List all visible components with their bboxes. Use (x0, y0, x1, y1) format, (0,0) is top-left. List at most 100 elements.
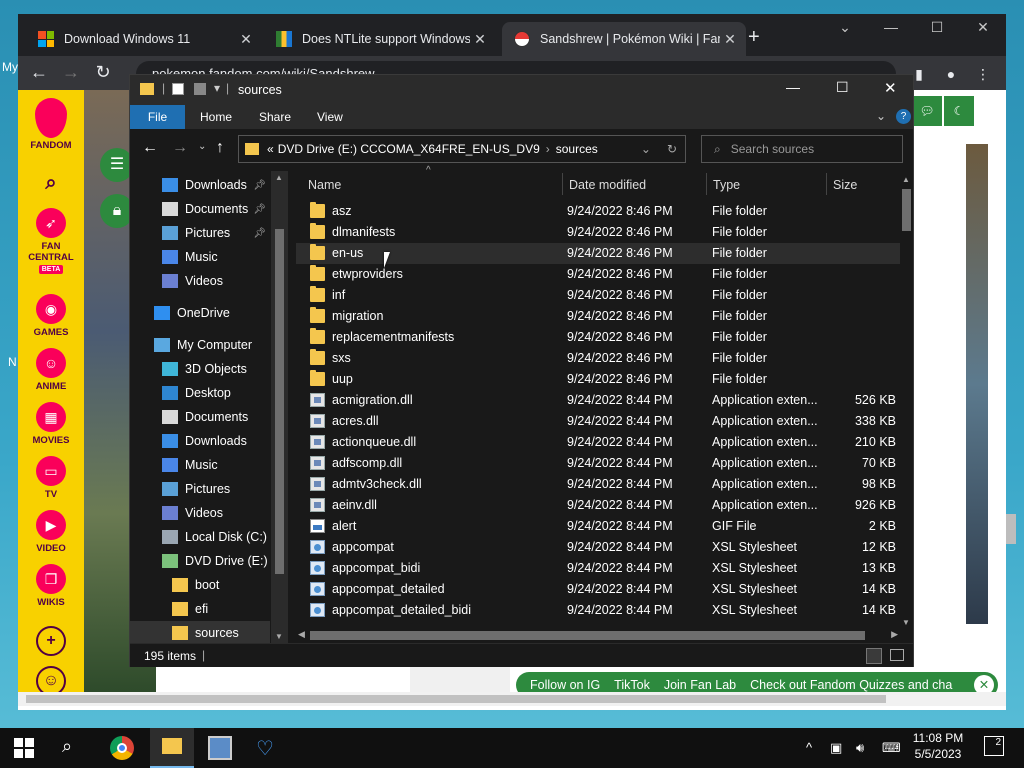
file-row[interactable]: dlmanifests 9/24/2022 8:46 PM File folder (296, 222, 900, 243)
file-row[interactable]: aeinv.dll 9/24/2022 8:44 PM Application ex… (296, 495, 900, 516)
nav-item[interactable]: Videos (130, 269, 270, 293)
nav-item[interactable]: boot (130, 573, 270, 597)
tab-file[interactable]: File (130, 105, 185, 129)
close-window-icon[interactable]: ✕ (884, 79, 897, 97)
chevron-down-icon[interactable]: ⌄ (822, 14, 868, 44)
recent-locations-icon[interactable]: ⌄ (198, 141, 206, 152)
file-list-scrollbar[interactable]: ▲ ▼ (900, 175, 913, 627)
nav-item[interactable]: efi (130, 597, 270, 621)
file-row[interactable]: adfscomp.dll 9/24/2022 8:44 PM Application… (296, 453, 900, 474)
search-icon[interactable]: ⌕ (18, 172, 84, 195)
refresh-icon[interactable]: ↻ (667, 142, 677, 156)
volume-icon[interactable]: 🔊︎ (856, 740, 864, 756)
fan-lab-link[interactable]: Join Fan Lab (664, 678, 736, 692)
breadcrumb-dvd-drive[interactable]: DVD Drive (E:) CCCOMA_X64FRE_EN-US_DV9 (278, 142, 540, 156)
help-icon[interactable]: ? (896, 109, 911, 124)
reload-icon[interactable]: ↻ (90, 62, 116, 83)
sidebar-item-anime[interactable]: ☺ ANIME (18, 348, 84, 392)
tab-download-windows[interactable]: Download Windows 11 ✕ (26, 22, 262, 56)
close-icon[interactable]: ✕ (720, 31, 740, 48)
file-row[interactable]: alert 9/24/2022 8:44 PM GIF File 2 KB (296, 516, 900, 537)
file-row[interactable]: acres.dll 9/24/2022 8:44 PM Application ex… (296, 411, 900, 432)
nav-item[interactable]: Music (130, 245, 270, 269)
add-icon[interactable]: + (18, 626, 84, 659)
column-date-modified[interactable]: Date modified (569, 178, 646, 192)
file-row[interactable]: sxs 9/24/2022 8:46 PM File folder (296, 348, 900, 369)
column-size[interactable]: Size (833, 178, 857, 192)
clock[interactable]: 11:08 PM 5/5/2023 (912, 731, 964, 761)
maximize-icon[interactable]: ☐ (836, 79, 849, 96)
tab-share[interactable]: Share (259, 110, 291, 124)
file-list-horizontal-scrollbar[interactable]: ◀ ▶ (296, 627, 900, 643)
heartbeat-app-icon[interactable]: ♡ (256, 736, 280, 760)
nav-item[interactable]: Music (130, 453, 270, 477)
file-row[interactable]: asz 9/24/2022 8:46 PM File folder (296, 201, 900, 222)
search-input[interactable]: ⌕ Search sources (701, 135, 903, 163)
breadcrumb-sources[interactable]: sources (556, 142, 598, 156)
sidebar-item-wikis[interactable]: ❐ WIKIS (18, 564, 84, 608)
details-view-icon[interactable] (866, 648, 882, 664)
sidebar-item-video[interactable]: ▶ VIDEO (18, 510, 84, 554)
file-row[interactable]: appcompat_detailed 9/24/2022 8:44 PM XSL S… (296, 579, 900, 600)
keyboard-icon[interactable]: ⌨ (882, 740, 901, 756)
minimize-icon[interactable]: — (868, 14, 914, 44)
fandom-logo[interactable]: FANDOM (18, 98, 84, 151)
tab-ntlite[interactable]: Does NTLite support Windows 11 ✕ (264, 22, 496, 56)
page-scrollbar[interactable] (1006, 514, 1016, 544)
file-row[interactable]: migration 9/24/2022 8:46 PM File folder (296, 306, 900, 327)
file-row[interactable]: appcompat_bidi 9/24/2022 8:44 PM XSL Style… (296, 558, 900, 579)
nav-item[interactable]: Videos (130, 501, 270, 525)
nav-item[interactable]: Downloads (130, 429, 270, 453)
file-row[interactable]: appcompat 9/24/2022 8:44 PM XSL Stylesheet… (296, 537, 900, 558)
nav-item[interactable]: Documents (130, 405, 270, 429)
forward-arrow-icon[interactable]: → (58, 62, 84, 83)
chevron-up-icon[interactable]: ^ (806, 740, 812, 755)
file-row[interactable]: replacementmanifests 9/24/2022 8:46 PM Fil… (296, 327, 900, 348)
sidebar-item-tv[interactable]: ▭ TV (18, 456, 84, 500)
tiktok-link[interactable]: TikTok (614, 678, 650, 692)
sidebar-item-games[interactable]: ◉ GAMES (18, 294, 84, 338)
control-panel-icon[interactable] (208, 736, 232, 760)
chrome-icon[interactable] (110, 736, 134, 760)
new-folder-icon[interactable] (194, 83, 206, 95)
minimize-icon[interactable]: — (786, 79, 800, 95)
nav-item[interactable]: 3D Objects (130, 357, 270, 381)
nav-item[interactable]: OneDrive (130, 301, 270, 325)
file-row[interactable]: acmigration.dll 9/24/2022 8:44 PM Applicat… (296, 390, 900, 411)
page-horizontal-scrollbar[interactable] (18, 692, 1006, 706)
properties-icon[interactable] (172, 83, 184, 95)
file-row[interactable]: admtv3check.dll 9/24/2022 8:44 PM Applicat… (296, 474, 900, 495)
up-arrow-icon[interactable]: ↑ (216, 139, 224, 157)
comments-icon[interactable]: 💬︎ (912, 96, 942, 126)
column-type[interactable]: Type (713, 178, 740, 192)
nav-item[interactable]: Pictures 📌︎ (130, 221, 270, 245)
file-row[interactable]: actionqueue.dll 9/24/2022 8:44 PM Applicat… (296, 432, 900, 453)
column-name[interactable]: Name (308, 178, 341, 192)
nav-item[interactable]: My Computer (130, 333, 270, 357)
nav-item[interactable]: Pictures (130, 477, 270, 501)
address-bar[interactable]: « DVD Drive (E:) CCCOMA_X64FRE_EN-US_DV9… (238, 135, 686, 163)
quizzes-link[interactable]: Check out Fandom Quizzes and cha (750, 678, 952, 692)
breadcrumb-overflow[interactable]: « (267, 142, 274, 156)
close-icon[interactable]: ✕ (470, 31, 490, 48)
follow-ig-link[interactable]: Follow on IG (530, 678, 600, 692)
breadcrumb-separator[interactable]: › (546, 142, 550, 156)
back-arrow-icon[interactable]: ← (26, 62, 52, 83)
tab-view[interactable]: View (317, 110, 343, 124)
back-arrow-icon[interactable]: ← (142, 139, 158, 157)
explorer-taskbar-button[interactable] (150, 728, 194, 768)
network-icon[interactable]: ▣ (830, 740, 842, 756)
forward-arrow-icon[interactable]: → (172, 139, 188, 157)
notification-center-icon[interactable]: 2 (984, 736, 1004, 756)
tab-home[interactable]: Home (200, 110, 232, 124)
chevron-down-icon[interactable]: ⌄ (641, 142, 651, 156)
close-icon[interactable]: ✕ (236, 31, 256, 48)
nav-item[interactable]: Documents 📌︎ (130, 197, 270, 221)
nav-item[interactable]: Desktop (130, 381, 270, 405)
maximize-icon[interactable]: ☐ (914, 14, 960, 44)
search-icon[interactable]: ⌕ (62, 736, 86, 760)
new-tab-button[interactable]: + (748, 26, 760, 49)
file-row[interactable]: appcompat_detailed_bidi 9/24/2022 8:44 PM… (296, 600, 900, 621)
close-window-icon[interactable]: ✕ (960, 14, 1006, 44)
profile-icon[interactable]: ● (938, 66, 964, 82)
